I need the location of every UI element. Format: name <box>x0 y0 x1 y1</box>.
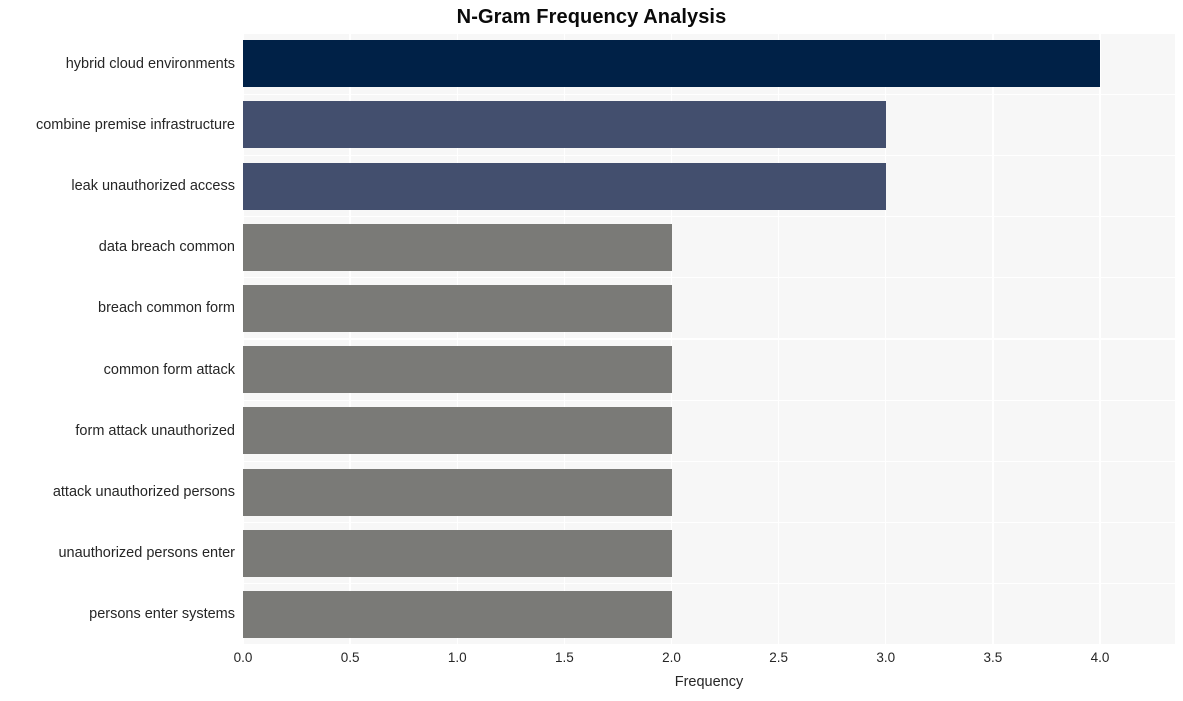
y-axis-tick-label: attack unauthorized persons <box>52 484 235 500</box>
chart-figure: N-Gram Frequency Analysis hybrid cloud e… <box>0 0 1183 701</box>
bar <box>243 468 672 516</box>
gridline-horizontal <box>243 154 1175 157</box>
bar <box>243 407 672 455</box>
bar <box>243 162 886 210</box>
y-axis-tick-label: unauthorized persons enter <box>58 545 235 562</box>
y-axis-tick-labels: hybrid cloud environments combine premise… <box>0 33 235 645</box>
bar <box>243 590 672 638</box>
bar <box>243 40 1100 88</box>
x-axis-tick-label: 3.5 <box>983 650 1003 665</box>
chart-title: N-Gram Frequency Analysis <box>456 6 727 28</box>
y-axis-tick-label: form attack unauthorized <box>75 422 235 439</box>
x-axis-tick-label: 3.0 <box>876 650 896 665</box>
plot-area <box>243 33 1175 645</box>
gridline-horizontal <box>243 583 1175 585</box>
gridline-horizontal <box>243 338 1175 340</box>
x-axis-tick-label: 2.0 <box>662 650 681 665</box>
x-axis-tick-label: 1.5 <box>554 650 574 665</box>
bar <box>243 284 672 332</box>
gridline-horizontal <box>243 33 1175 34</box>
x-axis-tick-labels: 0.0 0.5 1.0 1.5 2.0 2.5 3.0 3.5 4.0 <box>234 650 1175 670</box>
x-axis-tick-label: 0.0 <box>233 650 253 665</box>
bar <box>243 529 672 577</box>
y-axis-tick-label: breach common form <box>98 300 235 317</box>
x-axis-tick-label: 0.5 <box>340 650 360 665</box>
y-axis-tick-label: data breach common <box>98 239 235 256</box>
gridline-horizontal <box>243 277 1175 279</box>
gridline-horizontal <box>243 644 1175 645</box>
gridline-horizontal <box>243 521 1175 524</box>
gridline-horizontal <box>243 215 1175 218</box>
bar <box>243 101 886 149</box>
x-axis-tick-label: 1.0 <box>447 650 467 665</box>
y-axis-tick-label: combine premise infrastructure <box>35 116 235 133</box>
bar <box>243 346 672 394</box>
gridline-horizontal <box>243 399 1175 401</box>
x-axis-tick-label: 4.0 <box>1090 650 1110 665</box>
x-axis-tick-label: 2.5 <box>769 650 789 665</box>
y-axis-tick-label: common form attack <box>103 361 235 378</box>
bar <box>243 223 672 271</box>
gridline-horizontal <box>243 93 1175 95</box>
y-axis-tick-label: persons enter systems <box>89 606 235 623</box>
y-axis-tick-label: leak unauthorized access <box>71 178 235 194</box>
x-axis-title: Frequency <box>674 674 744 690</box>
gridline-horizontal <box>243 460 1175 463</box>
y-axis-tick-label: hybrid cloud environments <box>65 55 235 72</box>
